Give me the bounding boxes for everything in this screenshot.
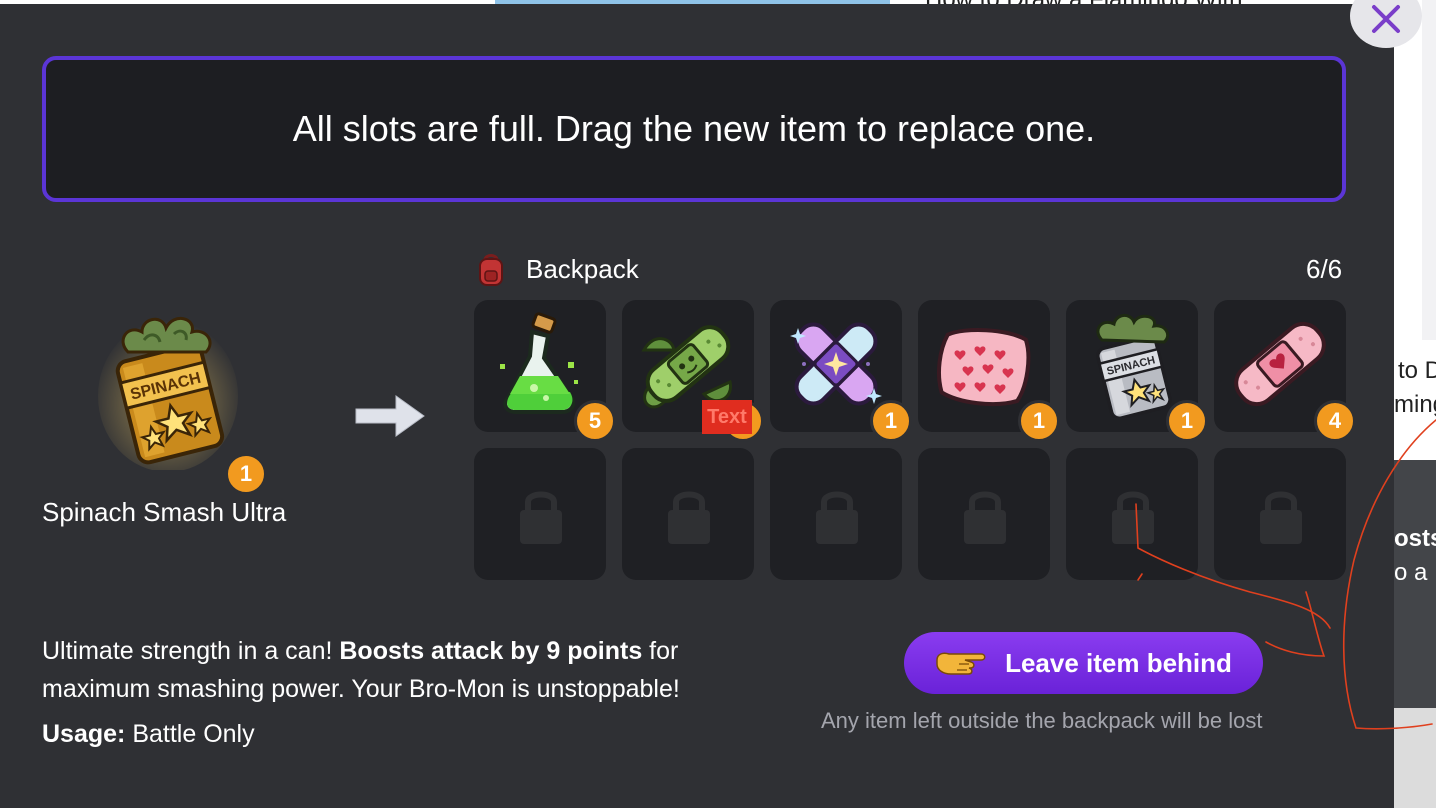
backpack-icon xyxy=(479,254,503,286)
locked-slot xyxy=(622,448,754,580)
background-dark-card-text: o a xyxy=(1394,559,1428,586)
usage-value: Battle Only xyxy=(125,720,255,748)
leave-button-label: Leave item behind xyxy=(1005,647,1232,678)
item-usage: Usage: Battle Only xyxy=(42,720,255,749)
banner-message: All slots are full. Drag the new item to… xyxy=(292,108,1096,149)
backpack-slot-3[interactable]: 1 xyxy=(770,300,912,442)
backpack-slot-4[interactable]: 1 xyxy=(918,300,1060,442)
spinach-can-silver-icon: SPINACH xyxy=(1096,314,1172,418)
locked-slot xyxy=(474,448,606,580)
lock-icon xyxy=(520,491,562,544)
close-icon xyxy=(1372,5,1400,33)
slot-count-badge: 1 xyxy=(870,400,912,442)
locked-slot xyxy=(918,448,1050,580)
background-right-card: to D mingo xyxy=(1394,340,1436,460)
backpack-slot-5[interactable]: SPINACH 1 xyxy=(1066,300,1208,442)
heart-bandage-icon xyxy=(1234,321,1326,407)
lock-icon xyxy=(964,491,1006,544)
leave-warning-note: Any item left outside the backpack will … xyxy=(821,708,1263,733)
slot-count-badge: 5 xyxy=(574,400,616,442)
green-potion-flask-icon xyxy=(500,312,578,414)
arrow-right-icon xyxy=(355,395,425,437)
heart-pillow-icon xyxy=(937,327,1031,407)
debug-text-tag: Text xyxy=(702,400,752,434)
lock-icon xyxy=(816,491,858,544)
background-dark-card: osts o a xyxy=(1394,460,1436,708)
lock-icon xyxy=(1260,491,1302,544)
item-description: Ultimate strength in a can! Boosts attac… xyxy=(42,632,782,708)
backpack-title: Backpack xyxy=(526,254,639,284)
locked-slot xyxy=(1066,448,1198,580)
backpack-slot-6[interactable]: 4 xyxy=(1214,300,1356,442)
backpack-capacity: 6/6 xyxy=(1306,254,1343,284)
locked-slot xyxy=(1214,448,1346,580)
locked-slot xyxy=(770,448,902,580)
full-slots-banner: All slots are full. Drag the new item to… xyxy=(42,56,1346,202)
sparkle-cross-bandage-icon xyxy=(790,322,882,406)
slot-count-badge: 4 xyxy=(1314,400,1356,442)
background-right-strip xyxy=(1422,0,1436,340)
new-item-count-badge: 1 xyxy=(226,454,266,494)
leave-item-behind-button[interactable]: Leave item behind xyxy=(904,632,1263,694)
description-highlight: Boosts attack by 9 points xyxy=(339,637,643,665)
backpack-slot-1[interactable]: 5 xyxy=(474,300,616,442)
background-gray-strip xyxy=(1394,708,1436,808)
background-card-text: mingo xyxy=(1394,391,1436,418)
spinach-can-gold-icon[interactable]: SPINACH xyxy=(98,310,238,470)
pointing-hand-icon xyxy=(936,652,986,675)
background-dark-card-text: osts xyxy=(1394,525,1436,552)
slot-count-badge: 1 xyxy=(1018,400,1060,442)
usage-label: Usage: xyxy=(42,720,126,748)
slot-count-badge: 1 xyxy=(1166,400,1208,442)
lock-icon xyxy=(1112,491,1154,544)
description-text: Ultimate strength in a can! xyxy=(42,637,340,665)
inventory-full-modal: All slots are full. Drag the new item to… xyxy=(0,4,1394,808)
background-card-text: to D xyxy=(1398,357,1436,384)
new-item-name: Spinach Smash Ultra xyxy=(42,497,287,527)
lock-icon xyxy=(668,491,710,544)
